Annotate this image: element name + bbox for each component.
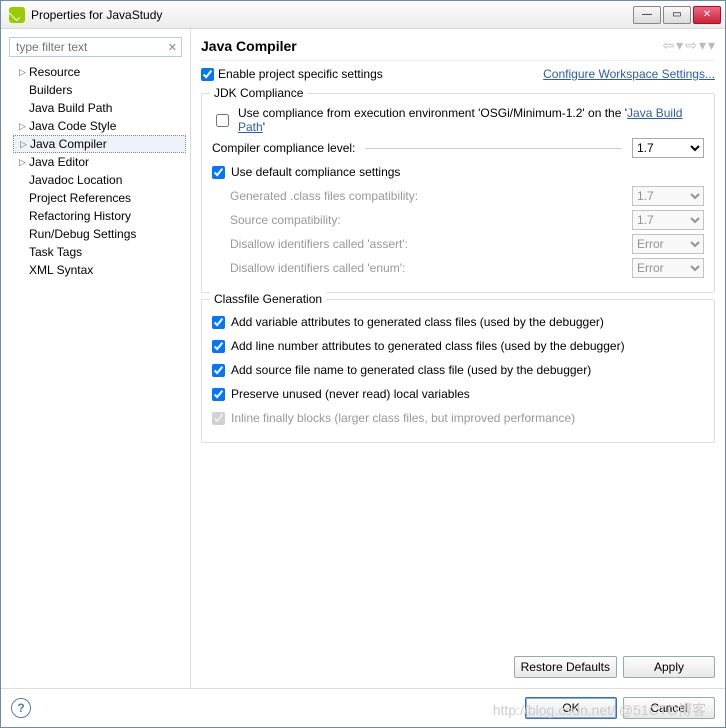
forward-icon[interactable]: ⇨ <box>685 37 697 54</box>
expand-arrow-icon: ▷ <box>19 121 29 132</box>
main-panel: Java Compiler ⇦ ▾ ⇨ ▾ ▾ Enable project s… <box>191 29 725 688</box>
tree-item-java-editor[interactable]: ▷Java Editor <box>13 153 186 171</box>
forward-menu-icon[interactable]: ▾ <box>699 37 706 54</box>
tree-item-refactoring-history[interactable]: Refactoring History <box>13 207 186 225</box>
tree-item-label: XML Syntax <box>29 263 93 277</box>
close-button[interactable]: ✕ <box>693 6 721 24</box>
tree-item-java-compiler[interactable]: ▷Java Compiler <box>13 135 186 153</box>
disallow-enum-select: Error <box>632 258 704 278</box>
restore-defaults-button[interactable]: Restore Defaults <box>514 656 617 678</box>
minimize-button[interactable]: — <box>633 6 661 24</box>
tree-item-label: Java Editor <box>29 155 89 169</box>
tree-item-java-build-path[interactable]: Java Build Path <box>13 99 186 117</box>
enable-project-specific[interactable]: Enable project specific settings <box>201 67 383 81</box>
disallow-assert-label: Disallow identifiers called 'assert': <box>212 237 408 251</box>
add-variable-attrs-checkbox[interactable] <box>212 316 225 329</box>
source-compat-select: 1.7 <box>632 210 704 230</box>
disallow-assert-select: Error <box>632 234 704 254</box>
preserve-unused-vars[interactable]: Preserve unused (never read) local varia… <box>212 384 704 404</box>
filter-box[interactable]: ✕ <box>9 37 182 57</box>
compliance-level-label: Compiler compliance level: <box>212 141 355 155</box>
window-title: Properties for JavaStudy <box>29 8 633 22</box>
tree-item-java-code-style[interactable]: ▷Java Code Style <box>13 117 186 135</box>
inline-finally-blocks-checkbox <box>212 412 225 425</box>
preserve-unused-vars-checkbox[interactable] <box>212 388 225 401</box>
app-icon <box>9 7 25 23</box>
clear-filter-icon[interactable]: ✕ <box>168 41 177 54</box>
apply-button[interactable]: Apply <box>623 656 715 678</box>
classfile-generation-group: Classfile Generation Add variable attrib… <box>201 299 715 443</box>
generated-class-compat-label: Generated .class files compatibility: <box>212 189 418 203</box>
use-execution-env-checkbox[interactable] <box>216 114 229 127</box>
sidebar: ✕ ▷ResourceBuildersJava Build Path▷Java … <box>1 29 191 688</box>
compliance-level-select[interactable]: 1.7 <box>632 138 704 158</box>
use-default-compliance[interactable]: Use default compliance settings <box>212 162 704 182</box>
tree-item-task-tags[interactable]: Task Tags <box>13 243 186 261</box>
nav-tree: ▷ResourceBuildersJava Build Path▷Java Co… <box>5 63 186 682</box>
expand-arrow-icon: ▷ <box>19 67 29 78</box>
back-icon[interactable]: ⇦ <box>662 37 674 54</box>
tree-item-resource[interactable]: ▷Resource <box>13 63 186 81</box>
tree-item-label: Resource <box>29 65 80 79</box>
maximize-button[interactable]: ▭ <box>663 6 691 24</box>
configure-workspace-link[interactable]: Configure Workspace Settings... <box>543 67 715 81</box>
jdk-group-title: JDK Compliance <box>210 86 307 100</box>
use-default-compliance-label: Use default compliance settings <box>231 165 400 179</box>
tree-item-label: Javadoc Location <box>29 173 122 187</box>
classfile-group-title: Classfile Generation <box>210 292 326 306</box>
inline-finally-blocks: Inline finally blocks (larger class file… <box>212 408 704 428</box>
tree-item-label: Project References <box>29 191 131 205</box>
tree-item-label: Builders <box>29 83 72 97</box>
tree-item-label: Refactoring History <box>29 209 131 223</box>
tree-item-project-references[interactable]: Project References <box>13 189 186 207</box>
use-default-compliance-checkbox[interactable] <box>212 166 225 179</box>
source-compat-label: Source compatibility: <box>212 213 341 227</box>
tree-item-label: Java Build Path <box>29 101 112 115</box>
use-execution-env-label: Use compliance from execution environmen… <box>238 106 704 134</box>
back-menu-icon[interactable]: ▾ <box>676 37 683 54</box>
cancel-button[interactable]: Cancel <box>623 697 715 719</box>
add-line-number-attrs[interactable]: Add line number attributes to generated … <box>212 336 704 356</box>
generated-class-compat-select: 1.7 <box>632 186 704 206</box>
tree-item-xml-syntax[interactable]: XML Syntax <box>13 261 186 279</box>
add-source-filename[interactable]: Add source file name to generated class … <box>212 360 704 380</box>
tree-item-label: Java Code Style <box>29 119 116 133</box>
disallow-enum-label: Disallow identifiers called 'enum': <box>212 261 405 275</box>
add-line-number-attrs-checkbox[interactable] <box>212 340 225 353</box>
expand-arrow-icon: ▷ <box>19 157 29 168</box>
enable-project-specific-label: Enable project specific settings <box>218 67 383 81</box>
title-bar: Properties for JavaStudy — ▭ ✕ <box>1 1 725 29</box>
enable-project-specific-checkbox[interactable] <box>201 68 214 81</box>
tree-item-label: Task Tags <box>29 245 82 259</box>
tree-item-label: Java Compiler <box>30 137 107 151</box>
tree-item-builders[interactable]: Builders <box>13 81 186 99</box>
ok-button[interactable]: OK <box>525 697 617 719</box>
tree-item-label: Run/Debug Settings <box>29 227 136 241</box>
tree-item-run-debug-settings[interactable]: Run/Debug Settings <box>13 225 186 243</box>
help-button[interactable]: ? <box>11 698 31 718</box>
expand-arrow-icon: ▷ <box>20 139 30 150</box>
view-menu-icon[interactable]: ▾ <box>708 37 715 54</box>
filter-input[interactable] <box>14 39 168 55</box>
tree-item-javadoc-location[interactable]: Javadoc Location <box>13 171 186 189</box>
add-variable-attrs[interactable]: Add variable attributes to generated cla… <box>212 312 704 332</box>
jdk-compliance-group: JDK Compliance Use compliance from execu… <box>201 93 715 293</box>
page-title: Java Compiler <box>201 38 297 54</box>
add-source-filename-checkbox[interactable] <box>212 364 225 377</box>
